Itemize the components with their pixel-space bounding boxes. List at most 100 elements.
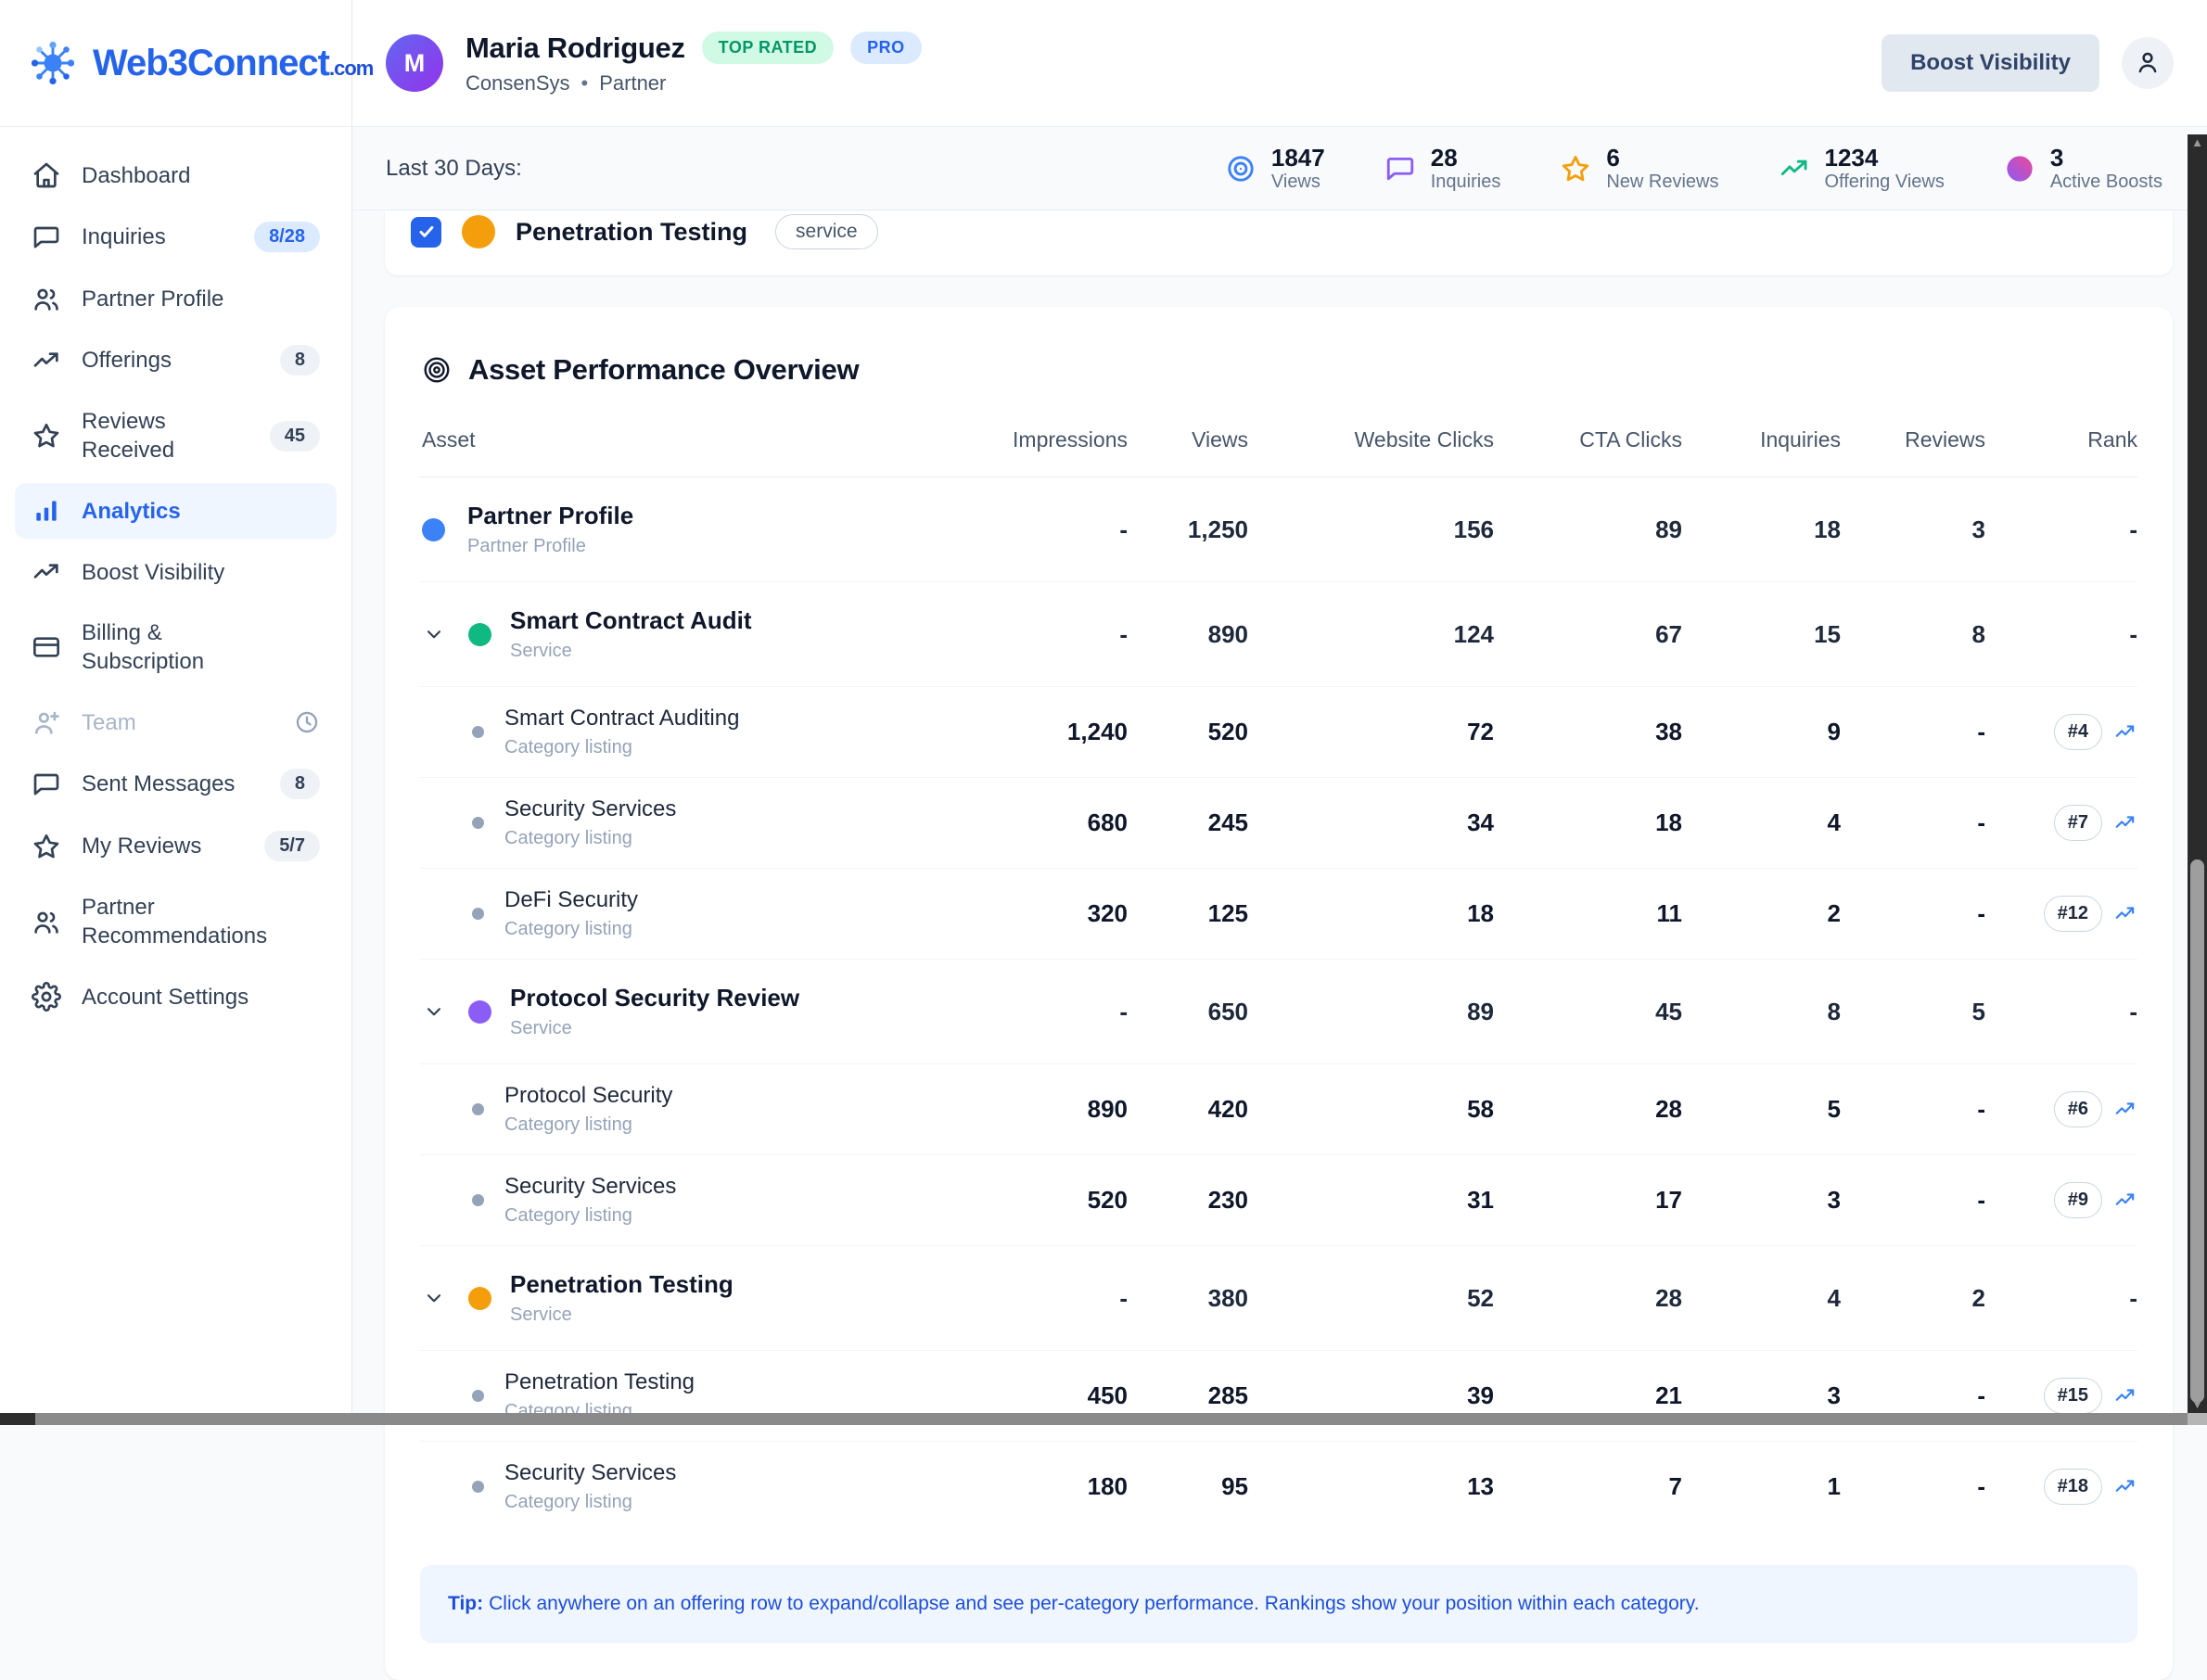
table-row-protocol-security[interactable]: Protocol Security Category listing 890 4… — [420, 1064, 2137, 1155]
avatar[interactable]: M — [386, 34, 443, 92]
rank-cell: #6 — [1985, 1091, 2137, 1127]
vertical-scrollbar-thumb[interactable] — [2190, 859, 2204, 1403]
stat-value: 1234 — [1825, 145, 1945, 171]
sidebar-item-label: Boost Visibility — [82, 558, 284, 587]
asset-color-dot — [472, 908, 484, 920]
inquiries-value: 8 — [1682, 998, 1841, 1026]
sidebar-item-badge: 45 — [270, 421, 320, 452]
asset-performance-card: Asset Performance Overview AssetImpressi… — [385, 307, 2173, 1680]
sidebar-item-label: Reviews Received — [82, 407, 249, 465]
trend-up-icon — [2113, 811, 2137, 835]
views-value: 230 — [1128, 1186, 1248, 1215]
sidebar-item-account-settings[interactable]: Account Settings — [15, 969, 337, 1025]
asset-name: Penetration Testing — [504, 1369, 695, 1395]
rank-badge: #18 — [2044, 1469, 2102, 1505]
table-header: AssetImpressionsViewsWebsite ClicksCTA C… — [420, 427, 2137, 477]
sidebar-item-analytics[interactable]: Analytics — [15, 483, 337, 539]
offering-row[interactable]: Penetration Testing service — [385, 210, 2173, 265]
table-row-security-services[interactable]: Security Services Category listing 180 9… — [420, 1442, 2137, 1532]
asset-color-dot — [472, 1194, 484, 1206]
stat-label: Offering Views — [1825, 171, 1945, 193]
chevron-down-icon — [422, 1286, 446, 1310]
table-row-smart-contract-audit[interactable]: Smart Contract Audit Service - 890 124 6… — [420, 582, 2137, 687]
users-icon — [32, 907, 61, 936]
impressions-value: - — [989, 515, 1128, 544]
rank-cell: #15 — [1985, 1378, 2137, 1414]
table-row-partner-profile[interactable]: Partner Profile Partner Profile - 1,250 … — [420, 477, 2137, 582]
impressions-value: 520 — [989, 1186, 1128, 1215]
rank-badge: #15 — [2044, 1378, 2102, 1414]
table-row-security-services[interactable]: Security Services Category listing 520 2… — [420, 1155, 2137, 1246]
impressions-value: 1,240 — [989, 718, 1128, 746]
trend-up-icon — [2113, 1189, 2137, 1213]
sidebar-nav: Dashboard Inquiries 8/28 Partner Profile… — [0, 127, 351, 1045]
inquiries-value: 4 — [1682, 808, 1841, 837]
reviews-value: 5 — [1841, 998, 1985, 1026]
card-title: Asset Performance Overview — [468, 353, 859, 387]
inquiries-value: 3 — [1682, 1381, 1841, 1410]
chat-icon — [32, 223, 61, 252]
asset-color-dot — [472, 1103, 484, 1115]
sidebar-item-inquiries[interactable]: Inquiries 8/28 — [15, 209, 337, 265]
rank-badge: #6 — [2054, 1091, 2102, 1127]
cta-clicks-value: 7 — [1494, 1472, 1682, 1501]
sidebar-item-reviews-received[interactable]: Reviews Received 45 — [15, 394, 337, 477]
asset-subtitle: Category listing — [504, 828, 676, 849]
cta-clicks-value: 28 — [1494, 1095, 1682, 1124]
brand-name: Web3Connect.com — [93, 43, 373, 84]
horizontal-scrollbar-thumb[interactable] — [0, 1413, 35, 1425]
inquiries-value: 3 — [1682, 1186, 1841, 1215]
views-value: 125 — [1128, 899, 1248, 928]
scroll-down-arrow-icon[interactable]: ▼ — [2188, 1396, 2207, 1413]
cta-clicks-value: 21 — [1494, 1381, 1682, 1410]
stat-label: Active Boosts — [2050, 171, 2162, 193]
views-value: 245 — [1128, 808, 1248, 837]
rank-badge: #12 — [2044, 896, 2102, 932]
sidebar-item-sent-messages[interactable]: Sent Messages 8 — [15, 756, 337, 812]
asset-subtitle: Service — [510, 1018, 799, 1039]
trend-up-icon — [2113, 1098, 2137, 1122]
checkbox-checked-icon[interactable] — [411, 217, 441, 248]
asset-subtitle: Service — [510, 1305, 734, 1326]
user-plus-icon — [32, 707, 61, 737]
trend-up-icon — [2113, 902, 2137, 926]
tip-text: Click anywhere on an offering row to exp… — [489, 1593, 1699, 1614]
table-row-smart-contract-auditing[interactable]: Smart Contract Auditing Category listing… — [420, 687, 2137, 778]
cta-clicks-value: 45 — [1494, 998, 1682, 1026]
asset-color-dot — [472, 817, 484, 829]
sidebar-item-dashboard[interactable]: Dashboard — [15, 147, 337, 203]
account-button[interactable] — [2122, 37, 2174, 89]
table-body: Partner Profile Partner Profile - 1,250 … — [420, 477, 2137, 1532]
sidebar-item-partner-recommendations[interactable]: Partner Recommendations — [15, 880, 337, 963]
gear-icon — [32, 982, 61, 1012]
scroll-up-arrow-icon[interactable]: ▲ — [2188, 134, 2207, 151]
rank-cell: #12 — [1985, 896, 2137, 932]
vertical-scrollbar[interactable]: ▲ ▼ — [2188, 134, 2207, 1413]
stats-bar: Last 30 Days: 1847 Views 28 Inquiries 6 … — [352, 127, 2207, 210]
table-row-protocol-security-review[interactable]: Protocol Security Review Service - 650 8… — [420, 960, 2137, 1064]
trend-up-icon — [2113, 1475, 2137, 1499]
website-clicks-value: 156 — [1248, 515, 1494, 544]
table-row-penetration-testing[interactable]: Penetration Testing Service - 380 52 28 … — [420, 1246, 2137, 1351]
logo[interactable]: Web3Connect.com — [0, 0, 351, 127]
sidebar-item-offerings[interactable]: Offerings 8 — [15, 332, 337, 388]
star-icon — [1560, 153, 1591, 185]
table-row-security-services[interactable]: Security Services Category listing 680 2… — [420, 778, 2137, 869]
inquiries-value: 18 — [1682, 515, 1841, 544]
tip-label: Tip: — [448, 1593, 483, 1614]
main-area: M Maria Rodriguez TOP RATED PRO ConsenSy… — [352, 0, 2207, 1425]
impressions-value: - — [989, 620, 1128, 649]
sidebar-item-badge: 8 — [280, 345, 320, 375]
sidebar-item-partner-profile[interactable]: Partner Profile — [15, 271, 337, 326]
table-row-defi-security[interactable]: DeFi Security Category listing 320 125 1… — [420, 869, 2137, 960]
sidebar-item-team[interactable]: Team — [15, 694, 337, 750]
table-row-penetration-testing[interactable]: Penetration Testing Category listing 450… — [420, 1351, 2137, 1442]
rings-icon — [1225, 153, 1257, 185]
sidebar-item-billing-subscription[interactable]: Billing & Subscription — [15, 605, 337, 689]
sidebar-item-my-reviews[interactable]: My Reviews 5/7 — [15, 818, 337, 874]
asset-color-dot — [472, 1481, 484, 1493]
boost-visibility-button[interactable]: Boost Visibility — [1882, 34, 2099, 92]
sidebar-item-boost-visibility[interactable]: Boost Visibility — [15, 544, 337, 600]
column-header-cta-clicks: CTA Clicks — [1494, 427, 1682, 452]
horizontal-scrollbar[interactable] — [0, 1413, 2207, 1425]
